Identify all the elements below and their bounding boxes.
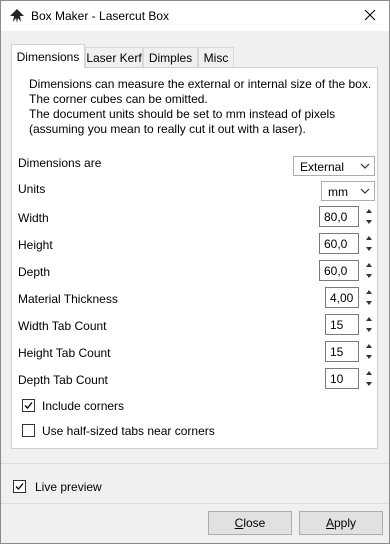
chevron-down-icon <box>355 182 370 200</box>
spin-up-icon[interactable] <box>363 287 375 297</box>
tab-label: Laser Kerf <box>86 51 142 65</box>
depth-tab-count-spinbox[interactable]: 10 <box>325 368 375 389</box>
width-spinbox[interactable]: 80,0 <box>319 206 375 227</box>
width-tab-count-spinbox[interactable]: 15 <box>325 314 375 335</box>
spin-down-icon[interactable] <box>363 271 375 281</box>
tab-dimples[interactable]: Dimples <box>143 47 198 67</box>
dialog-window: Box Maker - Lasercut Box Dimensions Lase… <box>0 0 390 544</box>
close-button[interactable]: Close <box>208 511 292 535</box>
height-tab-count-input[interactable]: 15 <box>325 341 359 362</box>
depth-value: 60,0 <box>324 264 348 278</box>
separator <box>1 463 389 464</box>
spin-up-icon[interactable] <box>363 314 375 324</box>
depth-tab-count-input[interactable]: 10 <box>325 368 359 389</box>
material-thickness-spinbox[interactable]: 4,00 <box>325 287 375 308</box>
width-value: 80,0 <box>324 210 348 224</box>
apply-button[interactable]: Apply <box>299 511 383 535</box>
spin-down-icon[interactable] <box>363 217 375 227</box>
apply-label: pply <box>334 516 357 530</box>
height-value: 60,0 <box>324 237 348 251</box>
spin-down-icon[interactable] <box>363 325 375 335</box>
tab-dimensions[interactable]: Dimensions <box>11 44 85 68</box>
tab-label: Misc <box>203 51 229 65</box>
depth-tab-count-value: 10 <box>330 372 344 386</box>
close-icon[interactable] <box>363 8 377 22</box>
include-corners-label: Include corners <box>42 399 125 413</box>
width-input[interactable]: 80,0 <box>319 206 359 227</box>
height-spinbox[interactable]: 60,0 <box>319 233 375 254</box>
title-bar: Box Maker - Lasercut Box <box>1 1 389 31</box>
depth-label: Depth <box>18 265 51 279</box>
spin-up-icon[interactable] <box>363 206 375 216</box>
tab-label: Dimensions <box>16 50 80 64</box>
spin-down-icon[interactable] <box>363 244 375 254</box>
dimensions-are-value: External <box>300 160 345 174</box>
spin-up-icon[interactable] <box>363 368 375 378</box>
dimensions-are-label: Dimensions are <box>18 156 102 170</box>
live-preview-checkbox[interactable] <box>13 480 26 493</box>
material-thickness-label: Material Thickness <box>18 292 118 306</box>
material-thickness-input[interactable]: 4,00 <box>325 287 359 308</box>
live-preview-label: Live preview <box>35 480 102 494</box>
spin-up-icon[interactable] <box>363 233 375 243</box>
width-tab-count-input[interactable]: 15 <box>325 314 359 335</box>
apply-mnemonic: A <box>325 516 334 530</box>
inkscape-icon <box>10 9 24 23</box>
spin-down-icon[interactable] <box>363 379 375 389</box>
width-label: Width <box>18 211 49 225</box>
height-tab-count-spinbox[interactable]: 15 <box>325 341 375 362</box>
width-tab-count-value: 15 <box>330 318 344 332</box>
tab-misc[interactable]: Misc <box>198 47 234 67</box>
height-input[interactable]: 60,0 <box>319 233 359 254</box>
close-label: lose <box>243 516 266 530</box>
depth-spinbox[interactable]: 60,0 <box>319 260 375 281</box>
check-icon <box>24 402 33 409</box>
spin-down-icon[interactable] <box>363 352 375 362</box>
height-tab-count-value: 15 <box>330 345 344 359</box>
height-label: Height <box>18 238 53 252</box>
spin-up-icon[interactable] <box>363 341 375 351</box>
window-title: Box Maker - Lasercut Box <box>31 9 170 23</box>
height-tab-count-label: Height Tab Count <box>18 346 111 360</box>
half-sized-tabs-label: Use half-sized tabs near corners <box>42 424 215 438</box>
depth-input[interactable]: 60,0 <box>319 260 359 281</box>
units-select[interactable]: mm <box>321 181 375 201</box>
include-corners-checkbox[interactable] <box>22 399 35 412</box>
check-icon <box>15 483 24 490</box>
half-sized-tabs-checkbox[interactable] <box>22 424 35 437</box>
spin-down-icon[interactable] <box>363 298 375 308</box>
tab-label: Dimples <box>148 51 193 65</box>
tab-laser-kerf[interactable]: Laser Kerf <box>85 47 143 67</box>
description-text: Dimensions can measure the external or i… <box>29 77 372 136</box>
dimensions-panel: Dimensions can measure the external or i… <box>11 67 378 449</box>
width-tab-count-label: Width Tab Count <box>18 319 107 333</box>
material-thickness-value: 4,00 <box>330 291 354 305</box>
dimensions-are-select[interactable]: External <box>293 156 375 176</box>
spin-up-icon[interactable] <box>363 260 375 270</box>
depth-tab-count-label: Depth Tab Count <box>18 373 108 387</box>
units-value: mm <box>328 185 348 199</box>
chevron-down-icon <box>355 157 370 175</box>
separator <box>1 503 389 504</box>
units-label: Units <box>18 182 46 196</box>
